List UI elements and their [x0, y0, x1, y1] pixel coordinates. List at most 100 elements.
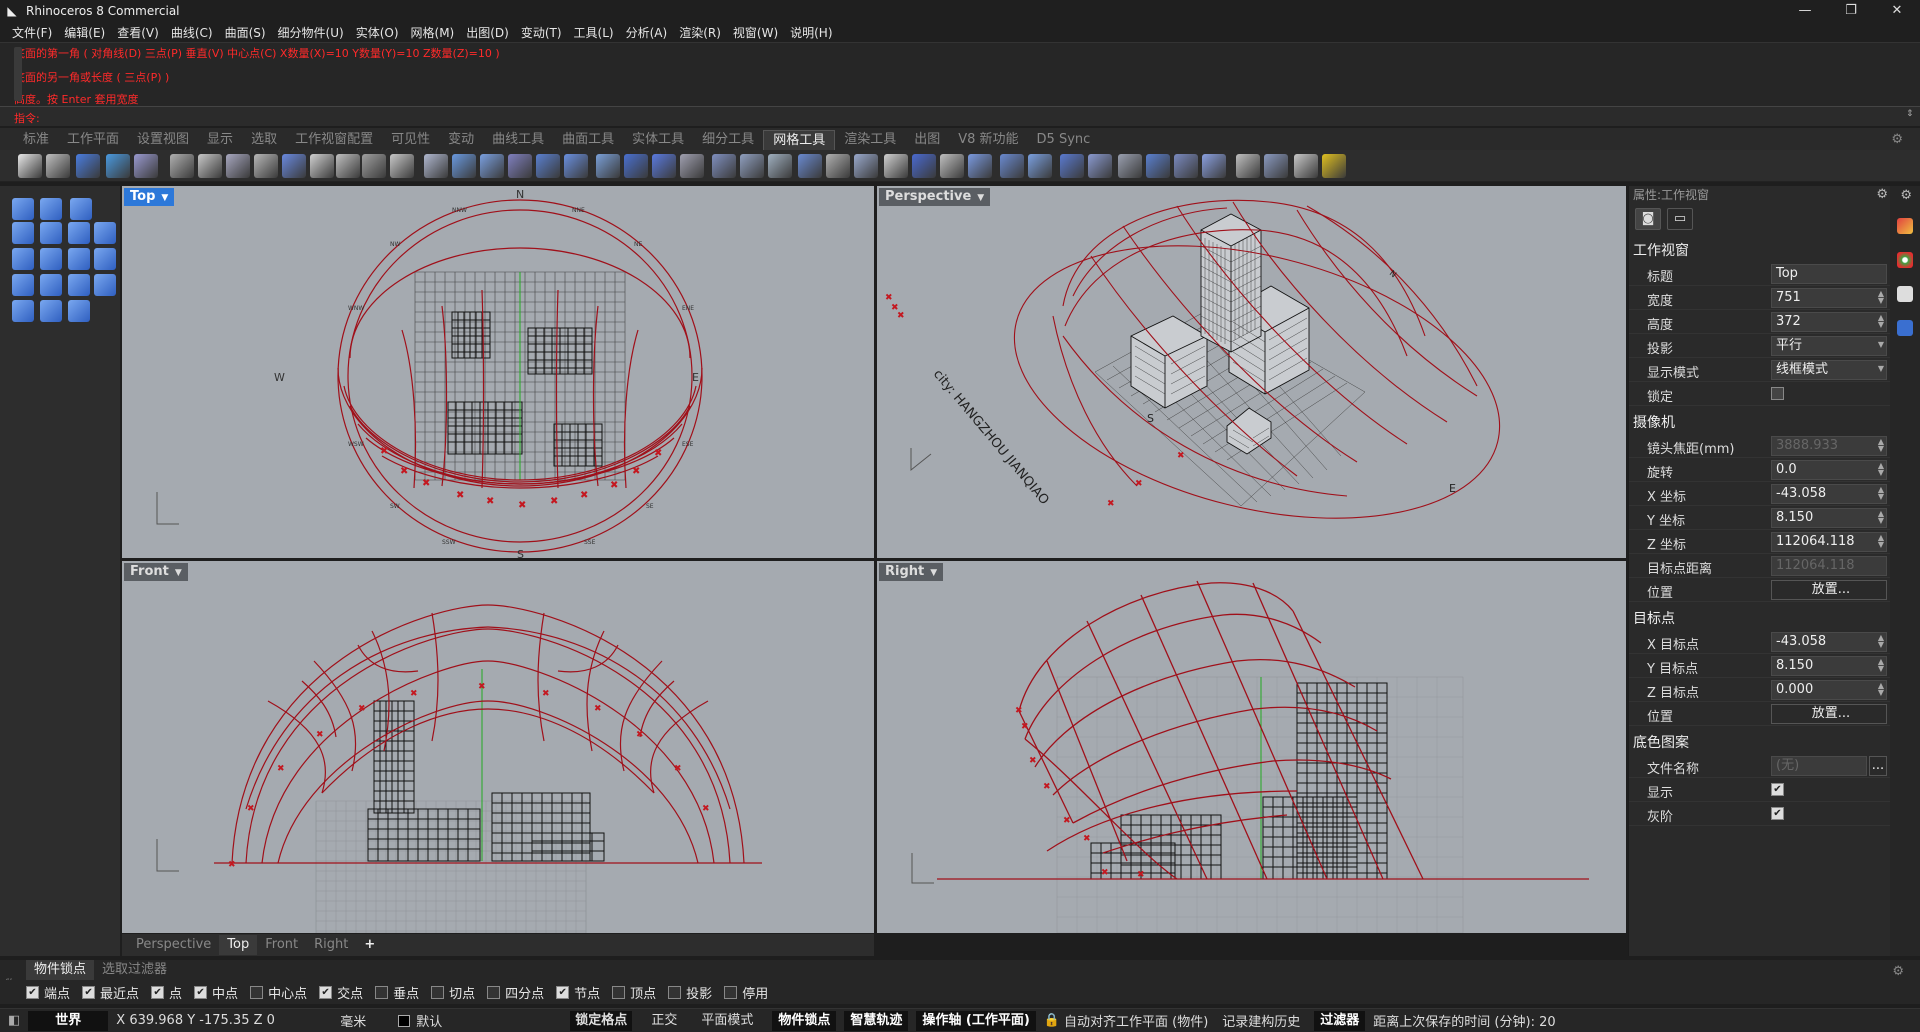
osnap-11[interactable]: 投影 — [668, 983, 712, 1002]
layer-readout[interactable]: 默认 — [416, 1011, 556, 1030]
smarttrack-toggle[interactable]: 智慧轨迹 — [844, 1010, 909, 1031]
viewport-tab-perspective[interactable]: Perspective — [128, 935, 219, 955]
mesh-align-icon[interactable] — [226, 154, 250, 178]
tab-cplanes[interactable]: 工作平面 — [58, 130, 128, 150]
osnap-8[interactable]: 四分点 — [487, 983, 544, 1002]
surface-icon[interactable] — [12, 222, 34, 244]
mesh-grid3-icon[interactable] — [1146, 154, 1170, 178]
tab-v8-new[interactable]: V8 新功能 — [949, 130, 1027, 150]
target-z-field[interactable]: 0.000 — [1771, 680, 1887, 700]
filter-toggle[interactable]: 过滤器 — [1314, 1010, 1366, 1031]
tab-osnap[interactable]: 物件锁点 — [26, 960, 95, 980]
mesh-torus-icon[interactable] — [596, 154, 620, 178]
command-line[interactable]: 指令: ⇕ — [0, 106, 1920, 126]
mesh-ring-icon[interactable] — [1028, 154, 1052, 178]
chevron-down-icon[interactable]: ▼ — [977, 189, 984, 207]
mesh-edges-icon[interactable] — [424, 154, 448, 178]
mesh-count-icon[interactable] — [826, 154, 850, 178]
tab-viewport-layout[interactable]: 工作视窗配置 — [286, 130, 382, 150]
help-arrow-icon[interactable] — [70, 198, 92, 220]
osnap-checkbox[interactable] — [668, 985, 682, 999]
osnap-checkbox[interactable]: ✔ — [82, 985, 96, 999]
show-checkbox[interactable]: ✔ — [1771, 783, 1784, 796]
mesh-grid-icon[interactable] — [134, 154, 158, 178]
viewport-title-top[interactable]: Top ▼ — [124, 188, 175, 206]
title-field[interactable]: Top — [1771, 264, 1887, 284]
wrench-icon[interactable] — [46, 154, 70, 178]
layer-swatch-icon[interactable] — [398, 1014, 411, 1027]
mesh-grid2-icon[interactable] — [798, 154, 822, 178]
osnap-checkbox[interactable]: ✔ — [319, 985, 333, 999]
text-icon[interactable] — [12, 300, 34, 322]
projection-select[interactable]: 平行 — [1771, 336, 1887, 356]
viewport-front[interactable]: ✖ ✖ ✖ ✖ ✖ ✖ ✖ ✖ ✖ ✖ ✖ ✖ Front ▼ — [122, 561, 874, 933]
menu-render[interactable]: 渲染(R) — [673, 24, 727, 41]
mesh-split-icon[interactable] — [362, 154, 386, 178]
tab-solid-tools[interactable]: 实体工具 — [623, 130, 693, 150]
solid-box-icon[interactable] — [68, 222, 90, 244]
mesh-patch-icon[interactable] — [106, 154, 130, 178]
gumball-toggle[interactable]: 操作轴 (工作平面) — [916, 1010, 1036, 1031]
mesh-weld-icon[interactable] — [170, 154, 194, 178]
place-target-button[interactable]: 放置... — [1771, 704, 1887, 724]
tab-d5-sync[interactable]: D5 Sync — [1028, 130, 1100, 150]
camera-y-field[interactable]: 8.150 — [1771, 508, 1887, 528]
chevron-down-icon[interactable]: ▼ — [930, 564, 937, 582]
mesh-arrow-icon[interactable] — [1202, 154, 1226, 178]
layers-stack-icon[interactable] — [40, 300, 62, 322]
tab-visibility[interactable]: 可见性 — [382, 130, 439, 150]
menu-transform[interactable]: 变动(T) — [515, 24, 568, 41]
viewport-tab-front[interactable]: Front — [257, 935, 306, 955]
tab-setview[interactable]: 设置视图 — [128, 130, 198, 150]
mesh-pipe-icon[interactable] — [740, 154, 764, 178]
gear-icon[interactable]: ⚙ — [1900, 188, 1912, 203]
viewport-properties-icon[interactable]: ▭ — [1667, 208, 1693, 230]
mesh-triangle-icon[interactable] — [940, 154, 964, 178]
viewport-tab-right[interactable]: Right — [306, 935, 356, 955]
mesh-skull-icon[interactable] — [310, 154, 334, 178]
history-toggle[interactable]: 记录建构历史 — [1222, 1011, 1300, 1030]
width-field[interactable]: 751 — [1771, 288, 1887, 308]
cylinder-icon[interactable] — [12, 248, 34, 270]
tab-curve-tools[interactable]: 曲线工具 — [483, 130, 553, 150]
mesh-repair-icon[interactable] — [336, 154, 360, 178]
viewport-title-perspective[interactable]: Perspective ▼ — [879, 188, 991, 207]
cone-icon[interactable] — [40, 248, 62, 270]
menu-solid[interactable]: 实体(O) — [350, 24, 405, 41]
spinner-icon[interactable]: ▲ ▼ — [1878, 290, 1884, 305]
mesh-tri-icon[interactable] — [680, 154, 704, 178]
mesh-fill-icon[interactable] — [282, 154, 306, 178]
edit-point-icon[interactable] — [12, 198, 34, 220]
mesh-trim-icon[interactable] — [390, 154, 414, 178]
help-icon[interactable] — [1897, 320, 1913, 336]
tab-render-tools[interactable]: 渲染工具 — [835, 130, 905, 150]
extrude-icon[interactable] — [40, 222, 62, 244]
osnap-12[interactable]: 停用 — [724, 983, 768, 1002]
chevron-down-icon[interactable]: ▼ — [1878, 341, 1884, 349]
menu-tools[interactable]: 工具(L) — [568, 24, 620, 41]
osnap-checkbox[interactable]: ✔ — [26, 985, 39, 999]
menu-analyze[interactable]: 分析(A) — [620, 24, 674, 41]
planar-toggle[interactable]: 平面模式 — [696, 1011, 758, 1031]
mesh-yellow-icon[interactable] — [1322, 154, 1346, 178]
dome-icon[interactable] — [68, 248, 90, 270]
target-x-field[interactable]: -43.058 — [1771, 632, 1887, 652]
mesh-flag-icon[interactable] — [768, 154, 792, 178]
viewport-tab-top[interactable]: Top — [219, 935, 258, 955]
spinner-icon[interactable]: ▲ ▼ — [1878, 682, 1884, 697]
viewport-right[interactable]: ✖ ✖ ✖ ✖ ✖ ✖ ✖ ✖ Right ▼ — [877, 561, 1626, 933]
layers-icon[interactable] — [1897, 218, 1913, 234]
grid-snap-toggle[interactable]: 锁定格点 — [570, 1010, 633, 1031]
camera-z-field[interactable]: 112064.118 — [1771, 532, 1887, 552]
ortho-toggle[interactable]: 正交 — [646, 1011, 682, 1031]
tab-select[interactable]: 选取 — [242, 130, 286, 150]
mesh-wall-icon[interactable] — [1060, 154, 1084, 178]
chevron-down-icon[interactable]: ▼ — [1878, 365, 1884, 373]
osnap-toggle[interactable]: 物件锁点 — [772, 1010, 837, 1031]
viewport-title-front[interactable]: Front ▼ — [124, 563, 188, 581]
tab-transform[interactable]: 变动 — [439, 130, 483, 150]
tab-selection-filter[interactable]: 选取过滤器 — [94, 960, 175, 980]
menu-view[interactable]: 查看(V) — [111, 24, 165, 41]
mesh-hook-icon[interactable] — [1118, 154, 1142, 178]
history-scrollbar[interactable] — [14, 47, 22, 101]
